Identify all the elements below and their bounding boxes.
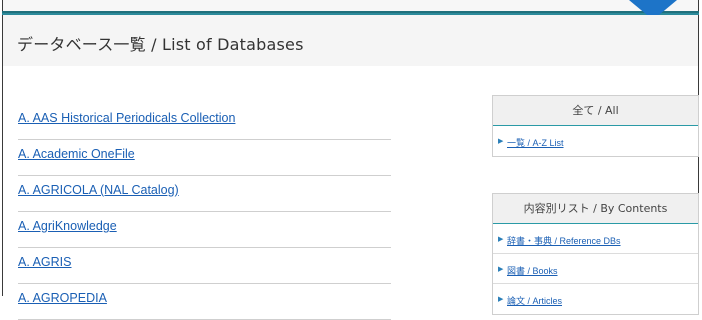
list-item: A. Academic OneFile <box>18 140 391 176</box>
reference-dbs-link[interactable]: 辞書・事典 / Reference DBs <box>507 234 621 247</box>
books-link[interactable]: 図書 / Books <box>507 264 558 277</box>
triangle-right-icon: ▶ <box>498 295 504 303</box>
panel-contents-item[interactable]: ▶ 図書 / Books <box>493 254 698 284</box>
panel-all-heading: 全て / All <box>493 96 698 126</box>
panel-contents: 内容別リスト / By Contents ▶ 辞書・事典 / Reference… <box>492 193 699 315</box>
az-list-link[interactable]: 一覧 / A-Z List <box>507 136 564 149</box>
panel-contents-item[interactable]: ▶ 辞書・事典 / Reference DBs <box>493 224 698 254</box>
panel-contents-item[interactable]: ▶ 論文 / Articles <box>493 284 698 314</box>
panel-contents-heading: 内容別リスト / By Contents <box>493 194 698 224</box>
triangle-right-icon: ▶ <box>498 235 504 243</box>
database-link[interactable]: A. AgriKnowledge <box>18 219 117 233</box>
list-item: A. AgriKnowledge <box>18 212 391 248</box>
database-link[interactable]: A. Academic OneFile <box>18 147 135 161</box>
database-list: A. AAS Historical Periodicals Collection… <box>18 104 391 320</box>
database-link[interactable]: A. AGROPEDIA <box>18 291 107 305</box>
triangle-right-icon: ▶ <box>498 265 504 273</box>
database-link[interactable]: A. AGRICOLA (NAL Catalog) <box>18 183 179 197</box>
database-link[interactable]: A. AAS Historical Periodicals Collection <box>18 111 235 125</box>
database-link[interactable]: A. AGRIS <box>18 255 72 269</box>
page-title: データベース一覧 / List of Databases <box>17 35 304 54</box>
list-item: A. AGRIS <box>18 248 391 284</box>
list-item: A. AGROPEDIA <box>18 284 391 320</box>
list-item: A. AGRICOLA (NAL Catalog) <box>18 176 391 212</box>
panel-all-item[interactable]: ▶ 一覧 / A-Z List <box>493 126 698 156</box>
list-item: A. AAS Historical Periodicals Collection <box>18 104 391 140</box>
panel-all: 全て / All ▶ 一覧 / A-Z List <box>492 95 699 157</box>
triangle-right-icon: ▶ <box>498 137 504 145</box>
